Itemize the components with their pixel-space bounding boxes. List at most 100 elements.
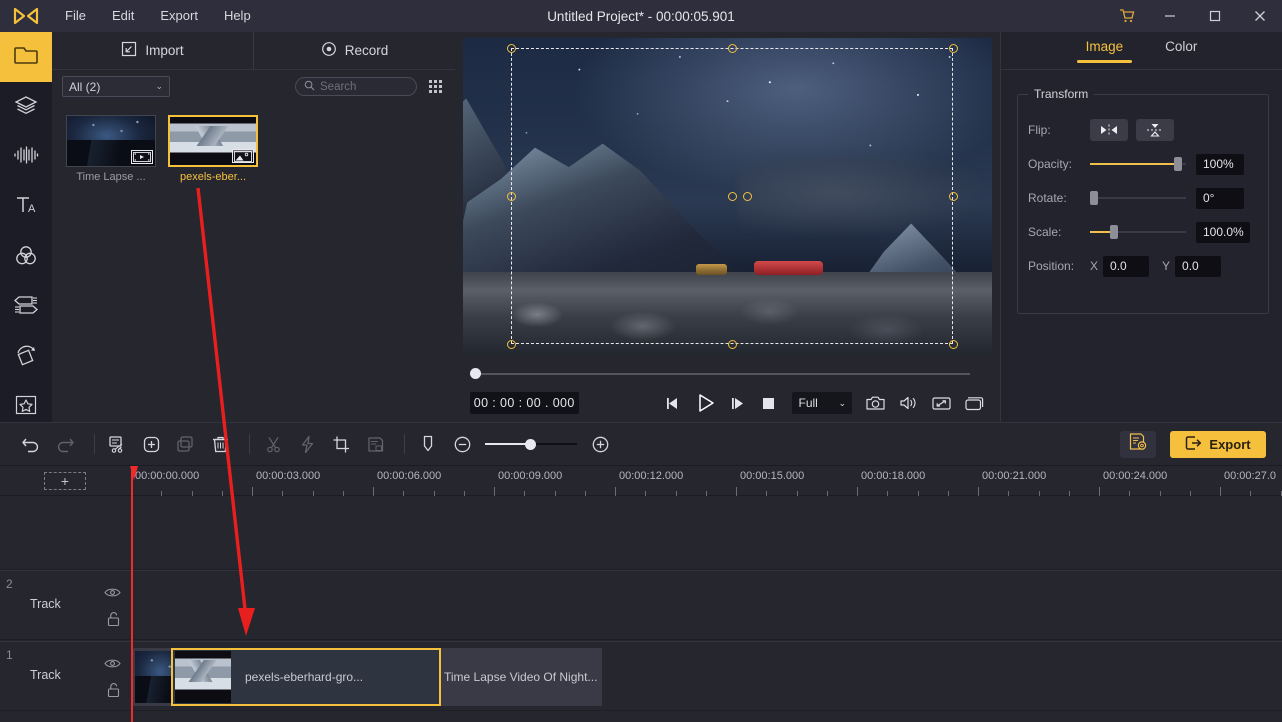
tab-image[interactable]: Image <box>1076 39 1132 63</box>
sidebar-item-motion[interactable] <box>0 332 52 382</box>
toolbar-right-group: Export <box>1120 430 1266 458</box>
playback-scrubber[interactable] <box>470 368 970 379</box>
media-search-box[interactable] <box>295 77 417 96</box>
pip-button[interactable] <box>965 396 985 411</box>
freeze-frame-button[interactable] <box>358 431 392 457</box>
tab-import[interactable]: Import <box>52 32 253 69</box>
ruler-tick-label: 00:00:09.000 <box>498 470 563 482</box>
scrubber-handle[interactable] <box>470 368 481 379</box>
handle-top-right[interactable] <box>949 44 958 53</box>
split-button[interactable] <box>101 431 135 457</box>
scale-value[interactable]: 100.0% <box>1196 221 1250 243</box>
menu-item-edit[interactable]: Edit <box>99 0 147 32</box>
next-frame-button[interactable] <box>730 396 747 411</box>
speed-button[interactable] <box>290 431 324 457</box>
handle-bottom-left[interactable] <box>507 340 516 349</box>
track-2-clip-area[interactable] <box>131 571 1282 639</box>
grid-view-icon[interactable] <box>425 77 445 97</box>
maximize-button[interactable] <box>1192 0 1237 32</box>
transform-selection-box[interactable] <box>507 44 958 349</box>
handle-middle-right[interactable] <box>949 192 958 201</box>
add-circle-button[interactable] <box>135 431 169 457</box>
sidebar-item-text[interactable]: A <box>0 182 52 232</box>
playhead-line[interactable] <box>131 466 133 722</box>
tab-record[interactable]: Record <box>253 32 455 69</box>
preview-timecode[interactable]: 00 : 00 : 00 . 000 <box>470 392 579 414</box>
scale-slider[interactable] <box>1090 225 1186 239</box>
media-item-time-lapse[interactable]: Time Lapse ... <box>66 115 156 183</box>
slider-handle[interactable] <box>1110 225 1119 239</box>
cart-icon[interactable] <box>1107 0 1147 32</box>
timeline-empty-area[interactable] <box>0 496 1282 570</box>
previous-frame-button[interactable] <box>665 396 682 411</box>
cut-button[interactable] <box>256 431 290 457</box>
sidebar-item-transitions[interactable] <box>0 282 52 332</box>
ruler-tick-major <box>857 487 858 496</box>
rotate-value[interactable]: 0° <box>1196 187 1244 209</box>
duplicate-button[interactable] <box>169 431 203 457</box>
handle-bottom-right[interactable] <box>949 340 958 349</box>
preview-stage[interactable] <box>463 38 992 354</box>
slider-handle[interactable] <box>1090 191 1098 205</box>
handle-center-pivot[interactable] <box>743 192 752 201</box>
quality-select[interactable]: Full ⌄ <box>791 392 852 414</box>
menu-item-export[interactable]: Export <box>147 0 211 32</box>
undo-button[interactable] <box>14 431 48 457</box>
sidebar-item-audio[interactable] <box>0 132 52 182</box>
handle-middle-left[interactable] <box>507 192 516 201</box>
flip-vertical-button[interactable] <box>1136 119 1174 141</box>
search-input[interactable] <box>320 80 412 93</box>
slider-handle[interactable] <box>1174 157 1183 171</box>
zoom-slider-handle[interactable] <box>525 438 537 450</box>
media-filter-select[interactable]: All (2) ⌄ <box>62 76 170 97</box>
fullscreen-button[interactable] <box>932 396 951 411</box>
rotate-slider[interactable] <box>1090 191 1186 205</box>
opacity-value[interactable]: 100% <box>1196 153 1244 175</box>
export-button[interactable]: Export <box>1170 430 1266 458</box>
timeline-zoom-slider[interactable] <box>485 437 577 451</box>
timeline-ruler[interactable]: + 00:00:00.000 00:00:03.000 00:00:06.000 00… <box>0 466 1282 496</box>
tab-color[interactable]: Color <box>1165 39 1197 63</box>
opacity-slider[interactable] <box>1090 157 1186 171</box>
delete-button[interactable] <box>203 431 237 457</box>
flip-horizontal-button[interactable] <box>1090 119 1128 141</box>
media-panel-tabs: Import Record <box>52 32 455 70</box>
sidebar-item-media-library[interactable] <box>0 32 52 82</box>
volume-button[interactable] <box>899 395 918 411</box>
zoom-in-button[interactable] <box>583 431 617 457</box>
toolbar-separator <box>404 434 405 454</box>
add-track-button[interactable]: + <box>44 472 86 490</box>
handle-top-center[interactable] <box>728 44 737 53</box>
snapshot-button[interactable] <box>866 395 885 411</box>
ruler-tick-major <box>736 487 737 496</box>
zoom-out-button[interactable] <box>445 431 479 457</box>
crop-button[interactable] <box>324 431 358 457</box>
sidebar-item-effects[interactable] <box>0 82 52 132</box>
handle-center-anchor[interactable] <box>728 192 737 201</box>
close-button[interactable] <box>1237 0 1282 32</box>
project-settings-button[interactable] <box>1120 430 1156 458</box>
zoom-slider-track <box>529 442 577 446</box>
redo-button[interactable] <box>48 431 82 457</box>
position-y-field[interactable]: 0.0 <box>1175 255 1222 277</box>
menu-item-file[interactable]: File <box>52 0 99 32</box>
track-1-clip-area[interactable]: Time Lapse Video Of Night... pexels-eber… <box>131 642 1282 710</box>
marker-button[interactable] <box>411 431 445 457</box>
handle-bottom-center[interactable] <box>728 340 737 349</box>
unlock-icon[interactable] <box>106 682 121 703</box>
stop-button[interactable] <box>761 396 776 411</box>
unlock-icon[interactable] <box>106 611 121 632</box>
position-x-field[interactable]: 0.0 <box>1103 255 1150 277</box>
menu-item-help[interactable]: Help <box>211 0 264 32</box>
handle-top-left[interactable] <box>507 44 516 53</box>
media-item-pexels[interactable]: pexels-eber... <box>168 115 258 183</box>
eye-icon[interactable] <box>104 585 121 603</box>
eye-icon[interactable] <box>104 656 121 674</box>
ruler-tick-major <box>373 487 374 496</box>
media-item-grid: Time Lapse ... pexels-eber... <box>52 103 455 183</box>
play-button[interactable] <box>696 393 716 413</box>
sidebar-item-color[interactable] <box>0 232 52 282</box>
timeline-clip-pexels[interactable]: pexels-eberhard-gro... <box>171 648 441 706</box>
track-number: 1 <box>6 648 13 662</box>
minimize-button[interactable] <box>1147 0 1192 32</box>
